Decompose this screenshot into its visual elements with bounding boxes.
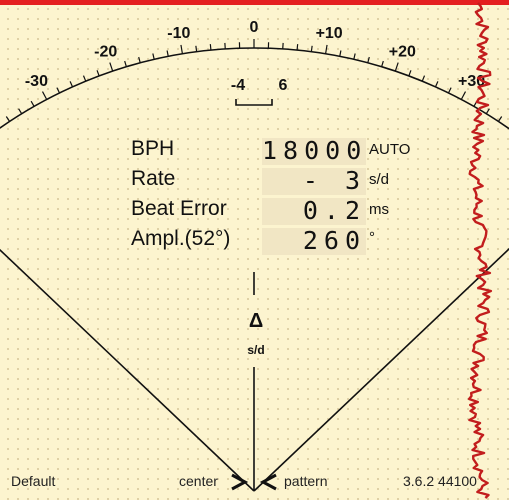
minor-tick <box>166 50 169 57</box>
minor-tick <box>310 45 313 52</box>
scale-tick-label: -30 <box>25 73 48 90</box>
minor-tick <box>434 81 439 88</box>
minor-tick <box>353 53 356 60</box>
scale-arc <box>0 47 509 130</box>
dial-canvas: -50-40-30-20-100+10+20+30+40-50 -46 <box>0 2 509 499</box>
minor-tick <box>485 108 490 115</box>
minor-tick <box>339 50 342 57</box>
major-tick <box>109 62 114 72</box>
minor-tick <box>408 70 412 77</box>
major-tick <box>180 44 184 54</box>
center-button[interactable]: center <box>179 473 218 489</box>
major-tick <box>41 91 48 100</box>
minor-tick <box>96 70 100 77</box>
minor-tick <box>381 60 384 67</box>
fan-right-edge <box>253 247 509 492</box>
minor-tick <box>497 116 503 122</box>
pattern-arrow-icon[interactable] <box>259 473 277 491</box>
minor-tick <box>69 81 74 88</box>
scale-tick-label: +20 <box>389 43 416 60</box>
minor-tick <box>421 75 426 82</box>
minor-tick <box>195 45 198 52</box>
preset-label[interactable]: Default <box>11 473 55 489</box>
minor-tick <box>82 75 87 82</box>
minor-tick <box>18 108 23 115</box>
scale-tick-label: -10 <box>167 25 190 42</box>
beat-error-right-label: 6 <box>279 77 288 94</box>
major-tick <box>324 44 328 54</box>
rate-scale-ticks <box>5 39 503 122</box>
minor-tick <box>447 87 452 94</box>
minor-tick <box>296 44 299 51</box>
scale-tick-label: -20 <box>94 43 117 60</box>
beat-error-bracket: -4 6 <box>231 77 288 106</box>
minor-tick <box>152 53 155 60</box>
fan-left-edge <box>0 248 255 492</box>
rate-scale-arc <box>0 47 509 130</box>
minor-tick <box>56 87 61 94</box>
minor-tick <box>209 44 212 51</box>
pattern-button[interactable]: pattern <box>284 473 328 489</box>
version-label: 3.6.2 44100 <box>403 473 477 489</box>
beat-error-left-label: -4 <box>231 77 245 94</box>
major-tick <box>394 62 399 72</box>
major-tick <box>460 91 467 100</box>
minor-tick <box>124 60 127 67</box>
beat-error-bracket-line <box>235 99 273 106</box>
minor-tick <box>30 100 35 107</box>
center-arrow-icon[interactable] <box>231 473 249 491</box>
timegrapher-screen: -50-40-30-20-100+10+20+30+40-50 -46 BPH … <box>0 0 509 500</box>
scale-tick-label: 0 <box>250 19 259 36</box>
scale-tick-label: +10 <box>316 25 343 42</box>
minor-tick <box>138 56 141 64</box>
minor-tick <box>367 56 370 64</box>
minor-tick <box>5 116 11 122</box>
